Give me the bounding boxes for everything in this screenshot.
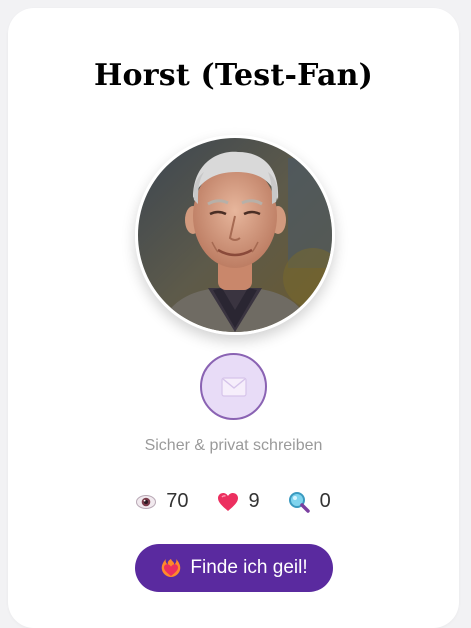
message-button[interactable] <box>200 353 267 420</box>
searches-count: 0 <box>319 490 331 512</box>
likes-stat: 9 <box>217 490 260 513</box>
profile-card: Horst (Test-Fan) Sicher & privat schreib… <box>8 8 459 628</box>
avatar-photo <box>138 138 332 332</box>
message-hint: Sicher & privat schreiben <box>144 437 323 454</box>
heart-icon <box>217 492 238 511</box>
magnifier-icon <box>288 491 310 513</box>
likes-count: 9 <box>248 490 260 512</box>
stats-row: 70 9 0 <box>8 490 459 513</box>
like-button-label: Finde ich geil! <box>190 557 308 578</box>
views-stat: 70 <box>136 490 189 513</box>
like-button[interactable]: Finde ich geil! <box>135 544 333 592</box>
profile-name: Horst (Test-Fan) <box>93 58 373 93</box>
avatar <box>135 135 335 335</box>
heart-fire-icon <box>162 559 181 577</box>
eye-icon <box>136 494 157 509</box>
searches-stat: 0 <box>288 490 331 513</box>
views-count: 70 <box>166 490 189 512</box>
envelope-icon <box>220 376 247 397</box>
